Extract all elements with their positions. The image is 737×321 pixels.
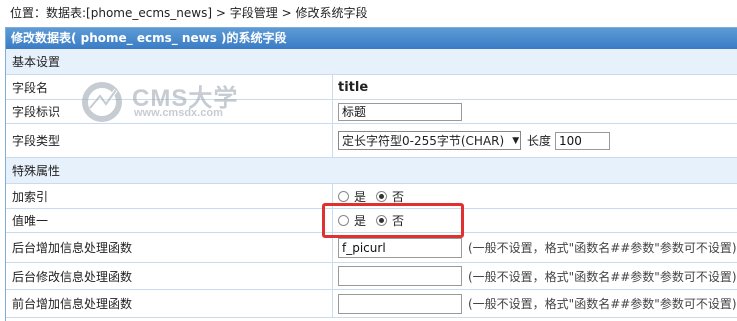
length-label: 长度 [527, 134, 552, 148]
column-divider [332, 184, 333, 208]
breadcrumb-prefix: 位置： [10, 6, 47, 20]
section-basic: 基本设置 [6, 49, 737, 75]
index-label: 加索引 [12, 189, 49, 204]
add-func-hint: (一般不设置，格式"函数名##参数"参数可不设置) [468, 241, 737, 255]
field-ident-label: 字段标识 [12, 105, 61, 119]
unique-yes-label: 是 [354, 214, 367, 228]
column-divider [332, 290, 333, 317]
breadcrumb-field-manage-link[interactable]: 字段管理 [230, 6, 278, 20]
row-add-func: 后台增加信息处理函数 (一般不设置，格式"函数名##参数"参数可不设置) [6, 233, 737, 263]
section-special-label: 特殊属性 [12, 164, 61, 178]
add-func-input[interactable] [338, 237, 462, 258]
column-divider [332, 263, 333, 289]
row-index: 加索引 是 否 [6, 184, 737, 209]
field-type-label: 字段类型 [12, 134, 61, 148]
edit-func-label: 后台修改信息处理函数 [12, 269, 133, 284]
column-divider [332, 75, 333, 99]
column-divider [332, 124, 333, 157]
length-input[interactable] [555, 131, 611, 150]
index-no-label: 否 [392, 189, 405, 204]
index-yes-label: 是 [354, 189, 367, 204]
field-type-selected: 定长字符型0-255字节(CHAR) [342, 134, 505, 148]
add-func-label: 后台增加信息处理函数 [12, 241, 133, 255]
section-basic-label: 基本设置 [12, 55, 61, 69]
edit-func-input[interactable] [338, 266, 462, 286]
front-add-func-label: 前台增加信息处理函数 [12, 297, 133, 311]
column-divider [332, 233, 333, 262]
column-divider [332, 209, 333, 232]
index-no-radio[interactable] [376, 190, 388, 202]
section-special: 特殊属性 [6, 158, 737, 184]
edit-func-hint: (一般不设置，格式"函数名##参数"参数可不设置) [468, 269, 737, 284]
form-title: 修改数据表( phome_ ecms_ news )的系统字段 [6, 28, 737, 49]
breadcrumb-separator: > [277, 6, 296, 20]
unique-no-label: 否 [392, 214, 405, 228]
front-add-func-hint: (一般不设置，格式"函数名##参数"参数可不设置) [468, 297, 737, 311]
breadcrumb: 位置：数据表:[phome_ecms_news] > 字段管理 > 修改系统字段 [10, 4, 367, 22]
row-edit-func: 后台修改信息处理函数 (一般不设置，格式"函数名##参数"参数可不设置) [6, 263, 737, 290]
form-panel: 修改数据表( phome_ ecms_ news )的系统字段 基本设置 字段名… [5, 27, 737, 321]
front-add-func-input[interactable] [338, 293, 462, 314]
field-type-select[interactable]: 定长字符型0-255字节(CHAR) ▼ [338, 131, 521, 150]
row-front-add-func: 前台增加信息处理函数 (一般不设置，格式"函数名##参数"参数可不设置) [6, 290, 737, 318]
unique-no-radio[interactable] [376, 215, 388, 226]
cms-logo-icon [82, 82, 122, 122]
watermark: CMS大学 www.cmsdx.com [80, 78, 250, 128]
breadcrumb-separator: > [212, 6, 230, 20]
column-divider [332, 100, 333, 123]
breadcrumb-table-link[interactable]: 数据表:[phome_ecms_news] [46, 6, 212, 20]
field-name-label: 字段名 [12, 80, 49, 95]
unique-yes-radio[interactable] [338, 215, 349, 226]
index-yes-radio[interactable] [338, 190, 349, 202]
watermark-url: www.cmsdx.com [134, 107, 223, 119]
chevron-down-icon: ▼ [512, 135, 520, 146]
breadcrumb-current: 修改系统字段 [295, 6, 368, 20]
field-name-value: title [338, 79, 369, 95]
row-unique: 值唯一 是 否 [6, 209, 737, 233]
row-field-type: 字段类型 定长字符型0-255字节(CHAR) ▼ 长度 [6, 124, 737, 158]
unique-label: 值唯一 [12, 214, 49, 228]
field-ident-input[interactable] [338, 102, 462, 121]
